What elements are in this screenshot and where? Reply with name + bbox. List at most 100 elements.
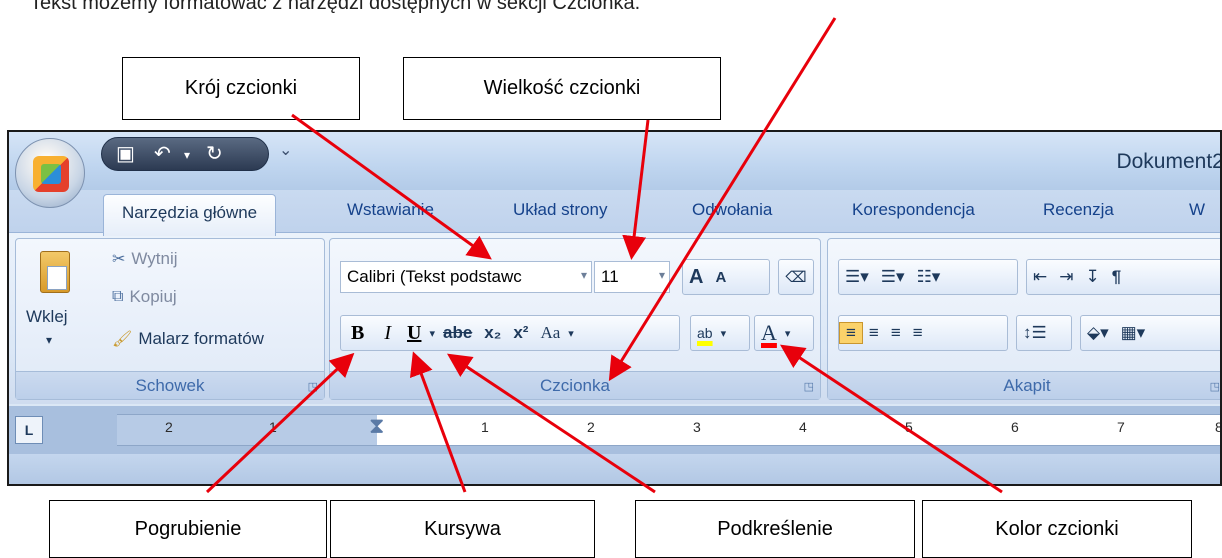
tab-selector-button[interactable]: L — [15, 416, 43, 444]
shading-icon[interactable]: ⬙▾ — [1081, 323, 1115, 343]
highlight-icon: ab — [697, 325, 713, 341]
formatting-toolbar: B I U ▾ abe x₂ x² Aa ▾ — [340, 315, 680, 351]
indent-sort-buttons: ⇤ ⇥ ↧ ¶ — [1026, 259, 1220, 295]
font-color-icon: A — [761, 320, 777, 345]
scissors-icon: ✂ — [112, 251, 126, 268]
subscript-button[interactable]: x₂ — [478, 323, 507, 343]
decrease-indent-icon[interactable]: ⇤ — [1027, 267, 1053, 287]
format-painter-button[interactable]: 🖌 Malarz formatów — [112, 329, 264, 349]
group-label-paragraph: Akapit — [828, 371, 1220, 399]
undo-icon[interactable]: ↶ — [154, 141, 171, 166]
cut-button[interactable]: ✂ Wytnij — [112, 249, 178, 269]
qat-more-icon[interactable]: ⌄ — [279, 140, 292, 160]
ribbon: Wklej ▾ ✂ Wytnij ⧉ Kopiuj 🖌 Malarz formatów… — [9, 232, 1220, 404]
clear-format-button[interactable]: ⌫ — [778, 259, 814, 295]
shrink-font-button[interactable]: A — [709, 269, 732, 286]
tab-insert[interactable]: Wstawianie — [347, 200, 434, 220]
word-window: ▣ ↶ ▾ ↻ ⌄ Dokument2 - M Narzędzia główne… — [7, 130, 1222, 486]
tab-page-layout[interactable]: Układ strony — [513, 200, 607, 220]
font-name-value: Calibri (Tekst podstawc — [347, 267, 522, 286]
format-painter-label: Malarz formatów — [138, 329, 264, 348]
title-bar: ▣ ↶ ▾ ↻ ⌄ Dokument2 - M — [9, 132, 1220, 190]
highlight-color-button[interactable]: ab ▾ — [690, 315, 750, 351]
office-button[interactable] — [15, 138, 85, 208]
ruler-number: 6 — [1011, 419, 1019, 435]
callout-font-size: Wielkość czcionki — [403, 57, 721, 120]
line-spacing-icon: ↕☰ — [1023, 323, 1047, 342]
ruler-number: 1 — [481, 419, 489, 435]
group-paragraph: ☰▾ ☰▾ ☷▾ ⇤ ⇥ ↧ ¶ ≡ ≡ ≡ ≡ ↕☰ ⬙▾ ▦▾ Akapit — [827, 238, 1220, 400]
grow-shrink-group: A A — [682, 259, 770, 295]
ruler-number: 8 — [1215, 419, 1220, 435]
strikethrough-button[interactable]: abe — [437, 323, 478, 343]
borders-icon[interactable]: ▦▾ — [1115, 323, 1152, 343]
ruler-number: 4 — [799, 419, 807, 435]
list-buttons: ☰▾ ☰▾ ☷▾ — [838, 259, 1018, 295]
justify-icon[interactable]: ≡ — [907, 323, 929, 343]
sort-icon[interactable]: ↧ — [1080, 267, 1106, 287]
undo-dropdown-icon[interactable]: ▾ — [184, 148, 190, 162]
dialog-launcher-icon[interactable]: ◳ — [804, 380, 814, 393]
font-color-button[interactable]: A ▾ — [754, 315, 814, 351]
copy-button[interactable]: ⧉ Kopiuj — [112, 287, 177, 307]
tab-home[interactable]: Narzędzia główne — [103, 194, 277, 236]
change-case-dropdown-icon[interactable]: ▾ — [566, 327, 576, 340]
callout-underline: Podkreślenie — [635, 500, 915, 558]
align-left-icon[interactable]: ≡ — [839, 322, 863, 344]
group-label-clipboard: Schowek — [16, 371, 324, 399]
save-icon[interactable]: ▣ — [116, 141, 135, 166]
tab-mailings[interactable]: Korespondencja — [852, 200, 975, 220]
bold-button[interactable]: B — [341, 322, 374, 345]
redo-icon[interactable]: ↻ — [206, 141, 223, 166]
bullets-icon[interactable]: ☰▾ — [839, 267, 875, 287]
ruler-number: 7 — [1117, 419, 1125, 435]
underline-button[interactable]: U — [401, 322, 427, 345]
grow-font-button[interactable]: A — [683, 266, 709, 289]
ruler-area: L 2 1 1 2 3 4 5 6 7 8 ⧗ — [9, 406, 1220, 484]
ruler-number: 2 — [165, 419, 173, 435]
align-center-icon[interactable]: ≡ — [863, 323, 885, 343]
line-spacing-button[interactable]: ↕☰ — [1016, 315, 1072, 351]
chevron-down-icon: ▾ — [658, 268, 665, 282]
highlight-dropdown-icon: ▾ — [720, 327, 727, 340]
font-color-dropdown-icon: ▾ — [784, 327, 791, 340]
tab-review[interactable]: Recenzja — [1043, 200, 1114, 220]
document-area — [9, 454, 1220, 484]
ruler-number: 5 — [905, 419, 913, 435]
ruler-number: 1 — [269, 419, 277, 435]
ruler-number: 2 — [587, 419, 595, 435]
align-right-icon[interactable]: ≡ — [885, 323, 907, 343]
ruler-number: 3 — [693, 419, 701, 435]
multilevel-list-icon[interactable]: ☷▾ — [911, 267, 947, 287]
copy-icon: ⧉ — [112, 288, 124, 305]
callout-font-face: Krój czcionki — [122, 57, 360, 120]
italic-button[interactable]: I — [374, 322, 401, 345]
superscript-button[interactable]: x² — [507, 323, 534, 343]
clipboard-icon — [40, 251, 70, 293]
font-size-combo[interactable]: 11 ▾ — [594, 261, 670, 293]
font-name-combo[interactable]: Calibri (Tekst podstawc ▾ — [340, 261, 592, 293]
intro-text: Tekst możemy formatować z narzędzi dostę… — [30, 0, 641, 14]
numbering-icon[interactable]: ☰▾ — [875, 267, 911, 287]
window-title: Dokument2 - M — [1116, 150, 1222, 173]
dialog-launcher-icon[interactable]: ◳ — [308, 380, 318, 393]
tab-references[interactable]: Odwołania — [692, 200, 772, 220]
quick-access-toolbar: ▣ ↶ ▾ ↻ — [101, 137, 269, 171]
change-case-button[interactable]: Aa — [534, 323, 566, 343]
horizontal-ruler[interactable]: 2 1 1 2 3 4 5 6 7 8 ⧗ — [117, 413, 1220, 446]
tab-view[interactable]: W — [1189, 200, 1205, 220]
cut-label: Wytnij — [131, 249, 178, 268]
group-clipboard: Wklej ▾ ✂ Wytnij ⧉ Kopiuj 🖌 Malarz formatów… — [15, 238, 325, 400]
show-marks-button[interactable]: ¶ — [1106, 267, 1127, 287]
indent-marker-icon[interactable]: ⧗ — [369, 413, 384, 439]
increase-indent-icon[interactable]: ⇥ — [1053, 267, 1079, 287]
dialog-launcher-icon[interactable]: ◳ — [1210, 380, 1220, 393]
ruler-margin — [117, 415, 377, 445]
paste-dropdown-icon: ▾ — [46, 333, 53, 347]
underline-dropdown-icon[interactable]: ▾ — [427, 327, 437, 340]
shading-border-buttons: ⬙▾ ▦▾ — [1080, 315, 1220, 351]
paste-button[interactable]: Wklej ▾ — [20, 247, 90, 357]
callout-bold: Pogrubienie — [49, 500, 327, 558]
chevron-down-icon: ▾ — [580, 268, 587, 282]
copy-label: Kopiuj — [129, 287, 177, 306]
